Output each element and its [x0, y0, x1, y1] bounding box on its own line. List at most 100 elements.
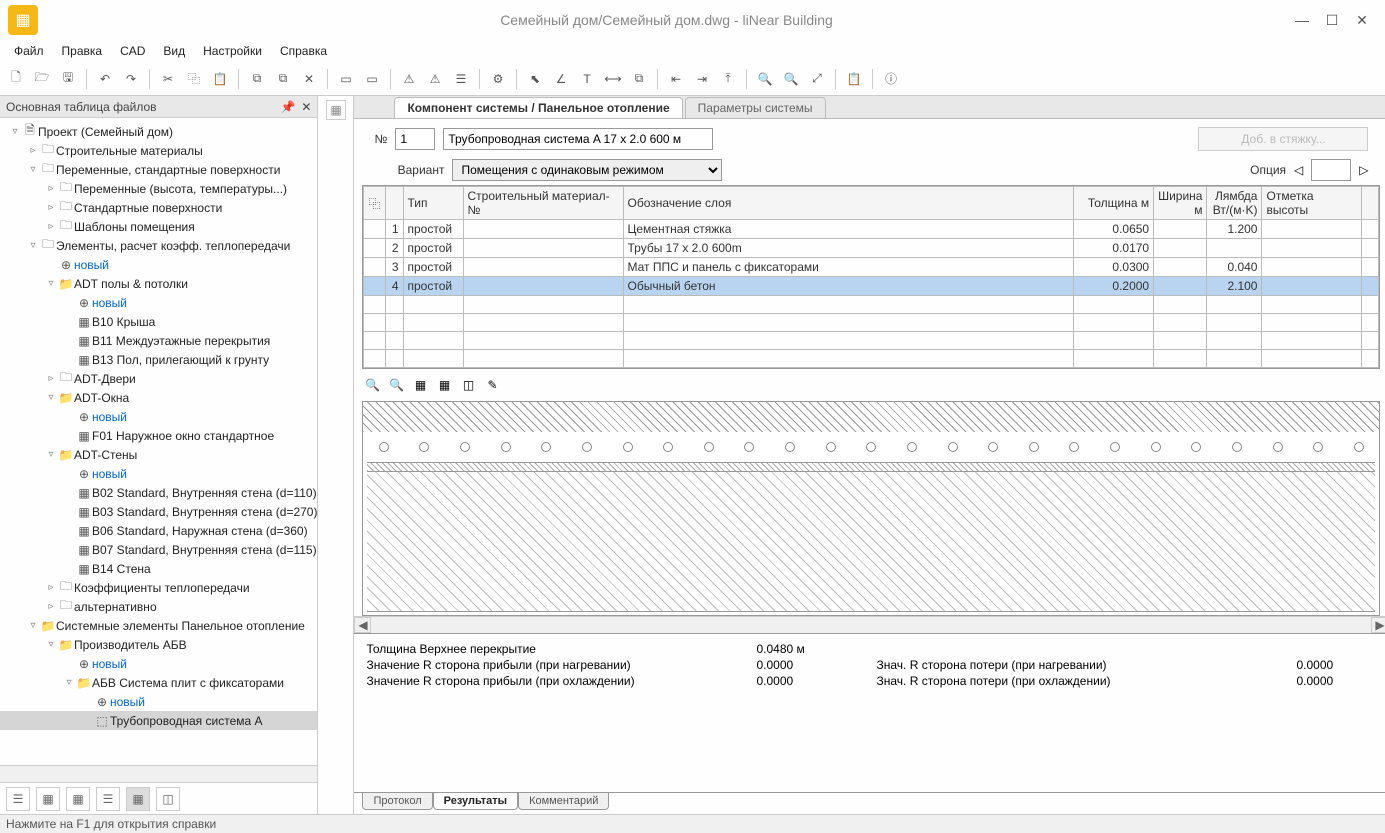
tree-item[interactable]: ▦B02 Standard, Внутренняя стена (d=110) — [0, 483, 317, 502]
close-button[interactable]: ✕ — [1347, 5, 1377, 35]
expand-icon[interactable]: ▿ — [26, 240, 40, 251]
text-icon[interactable]: T — [575, 67, 599, 91]
align3-icon[interactable]: ⤒ — [716, 67, 740, 91]
redo-icon[interactable]: ↷ — [119, 67, 143, 91]
view3-icon[interactable]: ▦ — [66, 787, 90, 811]
expand-icon[interactable]: ▿ — [44, 639, 58, 650]
tree-item[interactable]: ▿📁АБВ Система плит с фиксаторами — [0, 673, 317, 692]
expand-icon[interactable]: ▿ — [26, 164, 40, 175]
scroll-left-icon[interactable]: ◀ — [354, 617, 371, 633]
grid-row-empty[interactable] — [364, 350, 1379, 368]
tree-item[interactable]: ▹🗀Строительные материалы — [0, 141, 317, 160]
btab-protocol[interactable]: Протокол — [362, 793, 432, 810]
ruler-icon[interactable]: ⟷ — [601, 67, 625, 91]
grid-row-empty[interactable] — [364, 314, 1379, 332]
cut-icon[interactable]: ✂ — [156, 67, 180, 91]
grid-row[interactable]: 2простойТрубы 17 x 2.0 600m0.0170 — [364, 239, 1379, 258]
menu-settings[interactable]: Настройки — [195, 42, 270, 60]
tree-item[interactable]: ▿🗎Проект (Семейный дом) — [0, 122, 317, 141]
tree-item[interactable]: ⊕новый — [0, 464, 317, 483]
view6-icon[interactable]: ◫ — [156, 787, 180, 811]
tree-item[interactable]: ▦B07 Standard, Внутренняя стена (d=115) — [0, 540, 317, 559]
tree-item[interactable]: ▹🗀Стандартные поверхности — [0, 198, 317, 217]
minimize-button[interactable]: — — [1287, 5, 1317, 35]
add-screed-button[interactable]: Доб. в стяжку... — [1198, 127, 1368, 151]
grid-row-empty[interactable] — [364, 296, 1379, 314]
tree-item[interactable]: ⬚Трубопроводная система A — [0, 711, 317, 730]
col-mark[interactable]: Отметка высоты — [1262, 187, 1362, 220]
tree-item[interactable]: ▦B10 Крыша — [0, 312, 317, 331]
col-type[interactable]: Тип — [403, 187, 463, 220]
layer-grid[interactable]: ⿻ Тип Строительный материал-№ Обозначени… — [362, 185, 1380, 369]
grid-row-empty[interactable] — [364, 332, 1379, 350]
undo-icon[interactable]: ↶ — [93, 67, 117, 91]
view2-icon[interactable]: ▦ — [36, 787, 60, 811]
panel-close-icon[interactable]: ✕ — [301, 100, 311, 114]
box1-icon[interactable]: ▭ — [334, 67, 358, 91]
tree-item[interactable]: ▿📁Производитель АБВ — [0, 635, 317, 654]
zoomin2-icon[interactable]: 🔍 — [362, 375, 382, 395]
expand-icon[interactable]: ▿ — [44, 392, 58, 403]
expand-icon[interactable]: ▹ — [44, 373, 58, 384]
paste-icon[interactable]: 📋 — [208, 67, 232, 91]
expand-icon[interactable]: ▿ — [44, 278, 58, 289]
expand-icon[interactable]: ▹ — [44, 582, 58, 593]
expand-icon[interactable]: ▿ — [62, 677, 76, 688]
variant-select[interactable]: Помещения с одинаковым режимом — [452, 159, 722, 181]
zoomout2-icon[interactable]: 🔍 — [386, 375, 406, 395]
delete-icon[interactable]: ✕ — [297, 67, 321, 91]
tree-item[interactable]: ▿🗀Элементы, расчет коэфф. теплопередачи — [0, 236, 317, 255]
tree-item[interactable]: ▦B06 Standard, Наружная стена (d=360) — [0, 521, 317, 540]
name-input[interactable] — [443, 128, 713, 150]
expand-icon[interactable]: ▿ — [26, 620, 40, 631]
box2-icon[interactable]: ▭ — [360, 67, 384, 91]
tree-item[interactable]: ▦B14 Стена — [0, 559, 317, 578]
view1-icon[interactable]: ☰ — [6, 787, 30, 811]
tab-params[interactable]: Параметры системы — [685, 97, 826, 118]
zoomout-icon[interactable]: 🔍 — [779, 67, 803, 91]
tree-item[interactable]: ⊕новый — [0, 692, 317, 711]
expand-icon[interactable]: ▹ — [44, 202, 58, 213]
tree-item[interactable]: ▹🗀альтернативно — [0, 597, 317, 616]
no-input[interactable] — [395, 128, 435, 150]
viz-hscroll[interactable]: ◀ ▶ — [354, 616, 1385, 633]
tree-item[interactable]: ▦B13 Пол, прилегающий к грунту — [0, 350, 317, 369]
info-icon[interactable]: ⓘ — [879, 67, 903, 91]
tree-item[interactable]: ▹🗀ADT-Двери — [0, 369, 317, 388]
grid-row[interactable]: 4простойОбычный бетон0.20002.100 — [364, 277, 1379, 296]
open-icon[interactable]: 🗁 — [30, 67, 54, 91]
btab-comment[interactable]: Комментарий — [518, 793, 609, 810]
scroll-right-icon[interactable]: ▶ — [1371, 617, 1385, 633]
gutter-btn[interactable]: ▦ — [326, 100, 346, 120]
menu-cad[interactable]: CAD — [112, 42, 153, 60]
pin-icon[interactable]: 📌 — [280, 100, 295, 114]
save-icon[interactable]: 🖫 — [56, 67, 80, 91]
grid-row[interactable]: 1простойЦементная стяжка0.06501.200 — [364, 220, 1379, 239]
sidebar-hscroll[interactable] — [0, 765, 317, 782]
fit2-icon[interactable]: ▦ — [434, 375, 454, 395]
maximize-button[interactable]: ☐ — [1317, 5, 1347, 35]
option-next-icon[interactable]: ▷ — [1359, 163, 1368, 177]
tree-item[interactable]: ▿📁ADT полы & потолки — [0, 274, 317, 293]
option-prev-icon[interactable]: ◁ — [1294, 163, 1303, 177]
menu-file[interactable]: Файл — [6, 42, 52, 60]
copy-icon[interactable]: ⿻ — [182, 67, 206, 91]
tab-component[interactable]: Компонент системы / Панельное отопление — [394, 97, 682, 118]
tree[interactable]: ▿🗎Проект (Семейный дом)▹🗀Строительные ма… — [0, 118, 317, 765]
edit-icon[interactable]: ✎ — [482, 375, 502, 395]
tree-item[interactable]: ▹🗀Шаблоны помещения — [0, 217, 317, 236]
tree-item[interactable]: ⊕новый — [0, 293, 317, 312]
option-input[interactable] — [1311, 159, 1351, 181]
clip-icon[interactable]: 📋 — [842, 67, 866, 91]
col-mat[interactable]: Строительный материал-№ — [463, 187, 623, 220]
col-layer[interactable]: Обозначение слоя — [623, 187, 1074, 220]
col-thick[interactable]: Толщина м — [1074, 187, 1154, 220]
view5-icon[interactable]: ▦ — [126, 787, 150, 811]
line-icon[interactable]: ∠ — [549, 67, 573, 91]
expand-icon[interactable]: ▿ — [8, 126, 22, 137]
expand-icon[interactable]: ▿ — [44, 449, 58, 460]
expand-icon[interactable]: ▹ — [26, 145, 40, 156]
align2-icon[interactable]: ⇥ — [690, 67, 714, 91]
ref-icon[interactable]: ⧉ — [245, 67, 269, 91]
warn2-icon[interactable]: ⚠ — [423, 67, 447, 91]
